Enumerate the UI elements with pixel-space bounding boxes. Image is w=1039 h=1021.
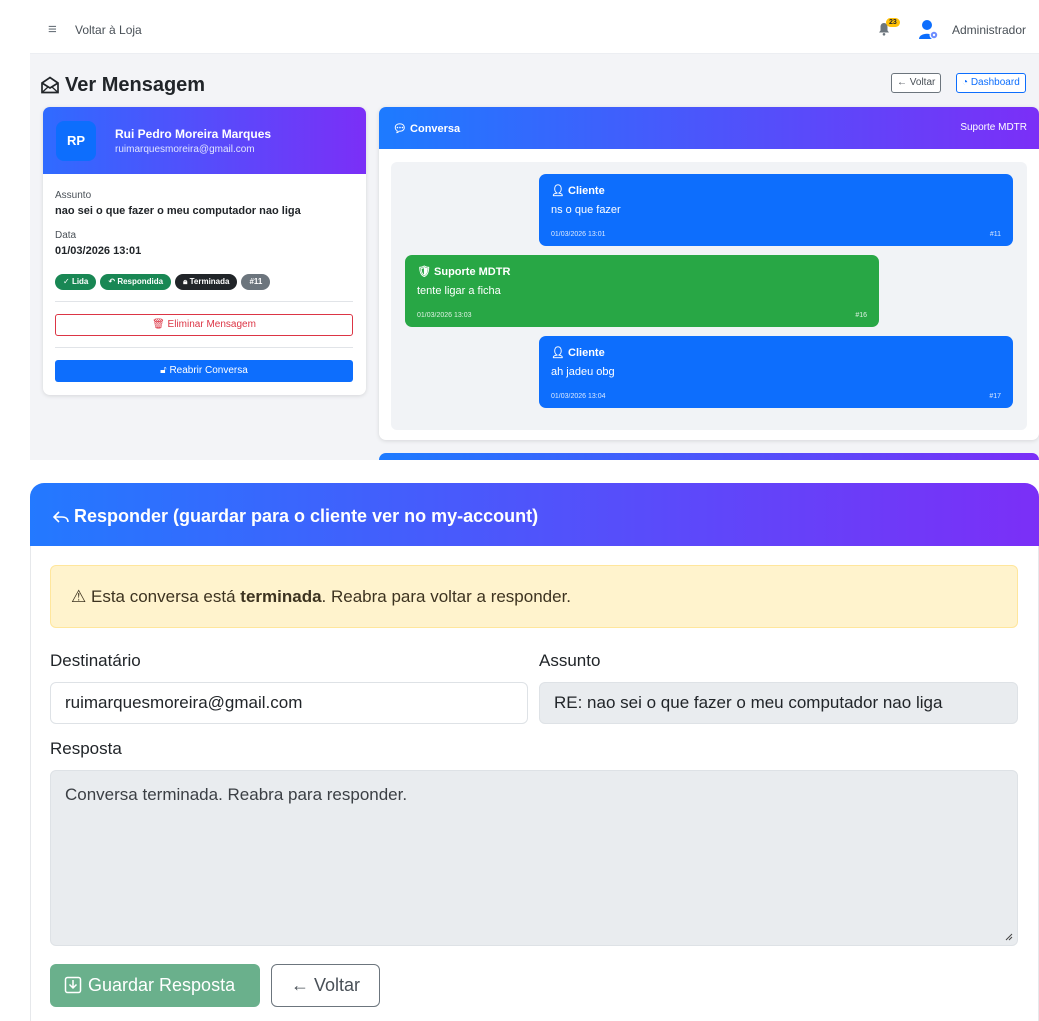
recipient-label: Destinatário xyxy=(50,651,141,670)
message-id-badge: #11 xyxy=(241,274,271,290)
trash-icon: 🗑︎ xyxy=(152,319,165,330)
subject-label: Assunto xyxy=(55,190,92,201)
next-card-header-strip xyxy=(379,453,1039,460)
message-thread: 👤︎ Cliente ns o que fazer 01/03/2026 13:… xyxy=(391,162,1027,430)
message-author: 🛡︎ Suporte MDTR xyxy=(417,266,511,278)
person-icon: 👤︎ xyxy=(551,347,565,359)
resize-handle-icon[interactable] xyxy=(1003,931,1013,941)
reply-title: Responder (guardar para o cliente ver no… xyxy=(52,506,538,527)
reply-icon xyxy=(52,511,69,523)
conversation-header: 💬︎ Conversa Suporte MDTR xyxy=(379,107,1039,149)
message-bubble-support: 🛡︎ Suporte MDTR tente ligar a ficha 01/0… xyxy=(405,255,879,327)
chat-icon: 💬︎ xyxy=(393,123,407,135)
save-reply-button[interactable]: Guardar Resposta xyxy=(50,964,260,1007)
status-badge-closed: 🔒︎ Terminada xyxy=(175,274,238,290)
date-label: Data xyxy=(55,230,77,241)
dashboard-button[interactable]: ◔ Dashboard xyxy=(956,73,1026,93)
alert-text-before: Esta conversa está xyxy=(90,587,241,606)
reply-body-label: Resposta xyxy=(50,739,122,758)
envelope-open-icon xyxy=(41,76,59,94)
message-text: tente ligar a ficha xyxy=(417,285,501,297)
sender-name: Rui Pedro Moreira Marques xyxy=(115,127,272,141)
user-menu[interactable]: Administrador xyxy=(952,23,1026,37)
alert-text-bold: terminada xyxy=(240,587,322,606)
save-download-icon xyxy=(64,976,82,994)
unlock-icon: 🔓︎ xyxy=(160,365,167,376)
person-icon: 👤︎ xyxy=(551,185,565,197)
subject-field[interactable]: RE: nao sei o que fazer o meu computador… xyxy=(539,682,1018,724)
subject-value: nao sei o que fazer o meu computador nao… xyxy=(55,205,301,217)
reopen-conversation-label: Reabrir Conversa xyxy=(169,365,248,376)
notification-badge: 23 xyxy=(886,18,900,27)
message-author: 👤︎ Cliente xyxy=(551,347,605,359)
avatar: RP xyxy=(56,121,96,161)
status-badge-read: ✓ Lida xyxy=(55,274,97,290)
sender-card-header: RP Rui Pedro Moreira Marques ruimarquesm… xyxy=(43,107,366,174)
page-title: Ver Mensagem xyxy=(40,74,205,97)
page-title-text: Ver Mensagem xyxy=(65,74,206,96)
reply-panel: Responder (guardar para o cliente ver no… xyxy=(30,483,1039,1021)
message-id: #17 xyxy=(989,393,1001,400)
top-navbar: ≡ Voltar à Loja 23 Administrador xyxy=(30,8,1039,54)
recipient-field[interactable]: ruimarquesmoreira@gmail.com xyxy=(50,682,528,724)
subject-label: Assunto xyxy=(539,651,601,670)
message-id: #11 xyxy=(989,231,1001,238)
back-button[interactable]: ← Voltar xyxy=(891,73,942,93)
date-value: 01/03/2026 13:01 xyxy=(55,245,142,257)
sender-email: ruimarquesmoreira@gmail.com xyxy=(115,144,255,155)
status-badge-replied: ↶ Respondida xyxy=(100,274,172,290)
speedometer-icon: ◔ xyxy=(962,77,969,88)
conversation-title: 💬︎ Conversa xyxy=(393,123,461,135)
status-badges: ✓ Lida ↶ Respondida 🔒︎ Terminada #11 xyxy=(55,274,271,290)
message-bubble-client: 👤︎ Cliente ns o que fazer 01/03/2026 13:… xyxy=(539,174,1013,246)
reply-body-text: Conversa terminada. Reabra para responde… xyxy=(65,785,408,804)
message-bubble-client: 👤︎ Cliente ah jadeu obg 01/03/2026 13:04… xyxy=(539,336,1013,408)
delete-message-button[interactable]: 🗑︎ Eliminar Mensagem xyxy=(55,314,353,336)
message-text: ns o que fazer xyxy=(551,204,621,216)
closed-conversation-alert: ⚠ Esta conversa está terminada. Reabra p… xyxy=(50,565,1018,628)
message-timestamp: 01/03/2026 13:04 xyxy=(551,393,606,400)
divider xyxy=(55,301,353,302)
warning-icon: ⚠ xyxy=(71,587,87,606)
conversation-card: 💬︎ Conversa Suporte MDTR 👤︎ Cliente ns o… xyxy=(379,107,1039,440)
message-id: #16 xyxy=(855,312,867,319)
message-author: 👤︎ Cliente xyxy=(551,185,605,197)
alert-text-after: . Reabra para voltar a responder. xyxy=(321,587,572,606)
message-text: ah jadeu obg xyxy=(551,366,615,378)
reply-header: Responder (guardar para o cliente ver no… xyxy=(30,483,1039,546)
reply-body-textarea[interactable]: Conversa terminada. Reabra para responde… xyxy=(50,770,1018,946)
reopen-conversation-button[interactable]: 🔓︎ Reabrir Conversa xyxy=(55,360,353,382)
dashboard-button-label: Dashboard xyxy=(970,77,1020,88)
back-button[interactable]: ← Voltar xyxy=(271,964,380,1007)
sender-card: RP Rui Pedro Moreira Marques ruimarquesm… xyxy=(43,107,366,395)
back-to-store-link[interactable]: Voltar à Loja xyxy=(75,23,142,37)
divider xyxy=(55,347,353,348)
shield-icon: 🛡︎ xyxy=(417,266,431,278)
message-timestamp: 01/03/2026 13:03 xyxy=(417,312,472,319)
user-gear-icon[interactable] xyxy=(918,19,940,41)
delete-message-label: Eliminar Mensagem xyxy=(167,319,256,330)
message-timestamp: 01/03/2026 13:01 xyxy=(551,231,606,238)
support-team-label: Suporte MDTR xyxy=(960,122,1027,133)
hamburger-icon[interactable]: ≡ xyxy=(48,21,57,38)
admin-message-view: ≡ Voltar à Loja 23 Administrador Ver Men… xyxy=(30,8,1039,460)
save-reply-label: Guardar Resposta xyxy=(88,975,236,995)
